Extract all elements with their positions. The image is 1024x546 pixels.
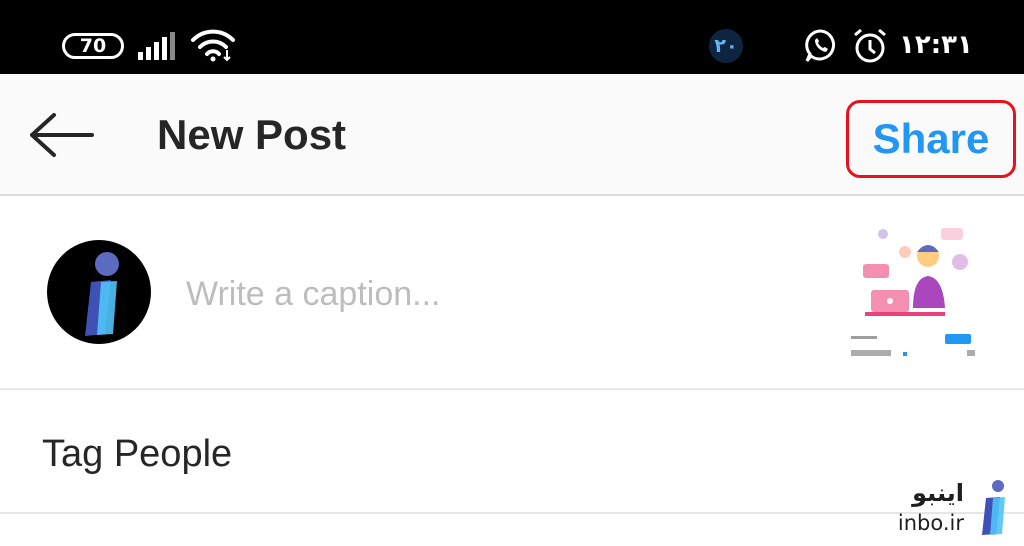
signal-icon: [138, 32, 175, 60]
wifi-icon: [191, 29, 235, 62]
inbo-logo-icon: [982, 480, 1005, 535]
watermark-text-en: inbo.ir: [897, 511, 964, 535]
battery-icon: 70: [62, 33, 124, 59]
post-image-icon: [845, 224, 982, 362]
tag-people-row[interactable]: Tag People: [0, 392, 1024, 514]
avatar[interactable]: [47, 240, 151, 344]
caption-row: [0, 198, 1024, 390]
page-title: New Post: [157, 111, 347, 158]
alarm-icon: [854, 28, 886, 63]
back-arrow-icon[interactable]: [24, 110, 98, 160]
post-thumbnail[interactable]: [845, 224, 982, 362]
share-button[interactable]: Share: [849, 103, 1013, 175]
whatsapp-icon: [805, 29, 836, 62]
share-highlight: Share: [846, 100, 1016, 178]
battery-level: 70: [79, 35, 107, 57]
inbo-logo-icon: [85, 252, 119, 336]
status-bar: 70 ۲۰ ۱۲:۳۱: [0, 0, 1024, 74]
notification-badge: ۲۰: [709, 29, 743, 63]
watermark-text-fa: اینبو: [912, 479, 964, 507]
tag-people-label: Tag People: [42, 433, 233, 475]
watermark: اینبو inbo.ir: [880, 476, 1020, 540]
new-post-header: New Post Share: [0, 74, 1024, 196]
status-clock: ۱۲:۳۱: [899, 30, 973, 60]
caption-input[interactable]: [186, 270, 786, 318]
